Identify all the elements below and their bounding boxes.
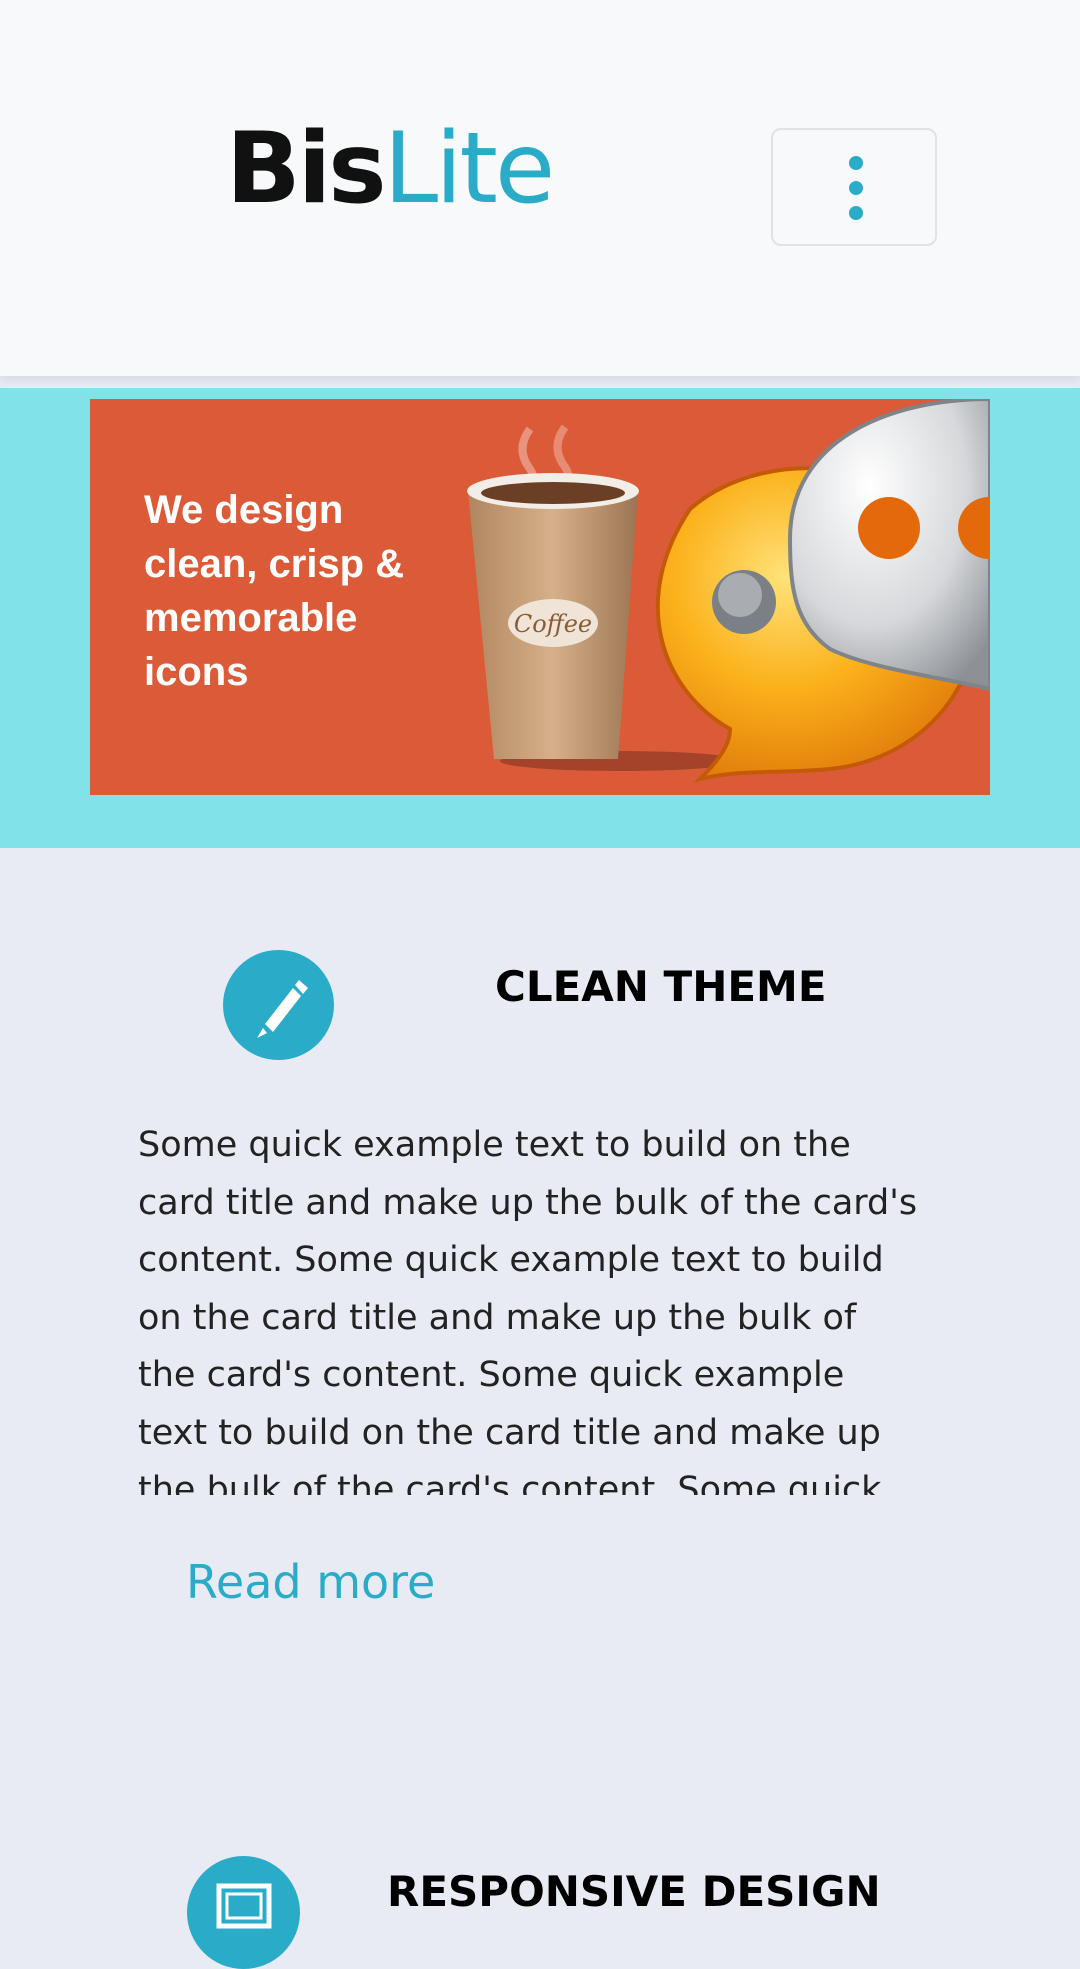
kebab-menu-icon-dot: [849, 206, 863, 220]
logo-text-bis: Bis: [226, 112, 387, 226]
pencil-icon: [223, 950, 334, 1060]
bubble-dot: [858, 497, 920, 559]
logo-text-lite: Lite: [383, 112, 556, 226]
site-header: BisLite: [0, 0, 1080, 376]
card-title-responsive-design: RESPONSIVE DESIGN: [387, 1867, 881, 1916]
banner-illustration: Coffee: [467, 399, 990, 783]
bubble-dot-highlight: [718, 573, 762, 617]
read-more-link[interactable]: Read more: [186, 1555, 435, 1609]
hero-banner-image: We design clean, crisp & memorable icons: [90, 399, 990, 795]
cup-coffee: [481, 482, 625, 504]
responsive-screen-icon: [187, 1856, 300, 1969]
bislite-logo[interactable]: BisLite: [226, 120, 555, 218]
kebab-menu-icon-dot: [849, 181, 863, 195]
navbar-toggle-button[interactable]: [771, 128, 937, 246]
card-title-clean-theme: CLEAN THEME: [495, 962, 827, 1011]
card-body-text: Some quick example text to build on the …: [138, 1125, 918, 1495]
kebab-menu-icon: [849, 156, 863, 170]
cup-label: Coffee: [514, 610, 592, 638]
